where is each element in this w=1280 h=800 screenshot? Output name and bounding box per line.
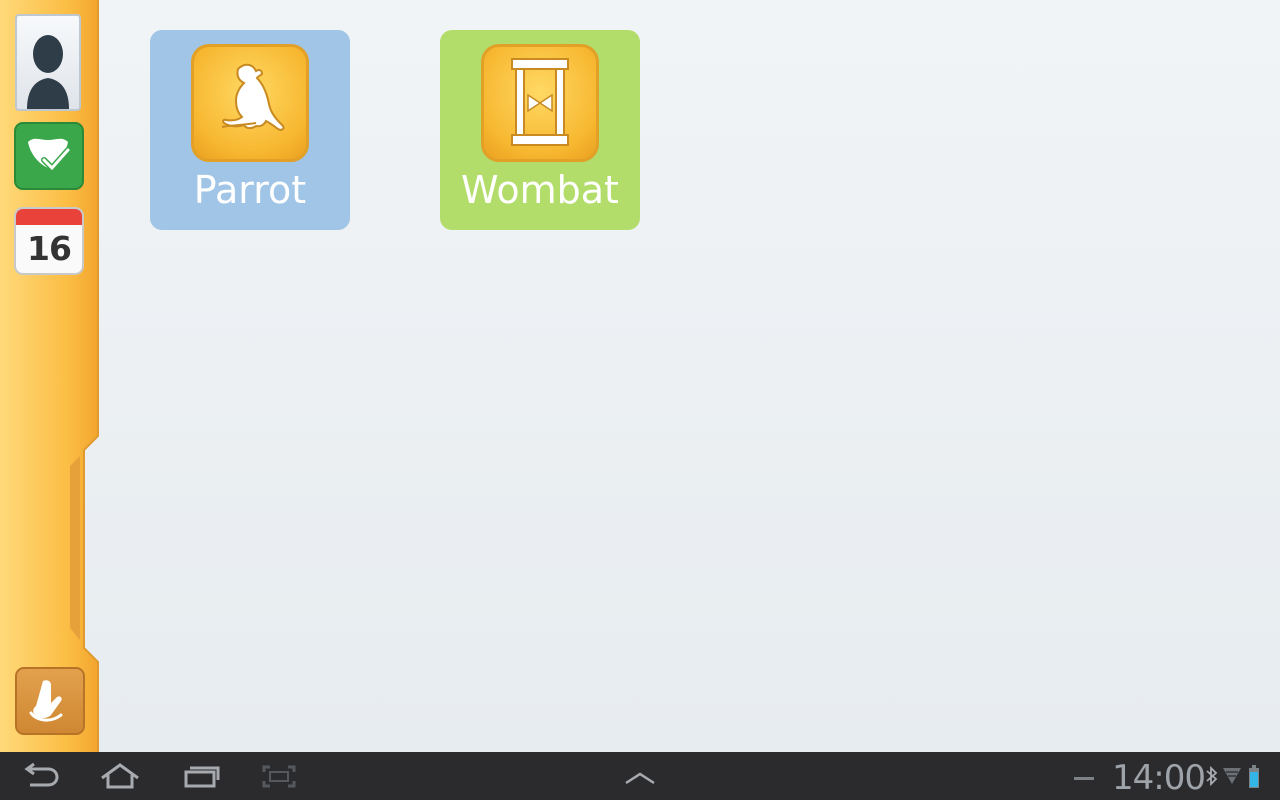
screenshot-icon bbox=[262, 765, 296, 788]
app-tile-wombat[interactable]: Wombat bbox=[440, 30, 640, 230]
sidebar-background bbox=[0, 0, 99, 752]
recent-apps-button[interactable] bbox=[180, 752, 224, 800]
wifi-icon bbox=[1223, 768, 1241, 784]
checklist-button[interactable] bbox=[14, 122, 84, 190]
back-icon bbox=[24, 762, 59, 787]
sidebar: 16 bbox=[0, 0, 100, 752]
app-tile-parrot[interactable]: Parrot bbox=[150, 30, 350, 230]
status-clock: 14:00 bbox=[1112, 758, 1206, 798]
recent-apps-icon bbox=[184, 766, 220, 788]
screenshot-button[interactable] bbox=[258, 752, 302, 800]
home-icon bbox=[101, 763, 139, 789]
hand-button[interactable] bbox=[15, 667, 85, 735]
bluetooth-icon bbox=[1206, 765, 1218, 787]
minus-icon bbox=[1074, 777, 1094, 780]
checklist-icon bbox=[28, 138, 71, 173]
battery-icon bbox=[1249, 765, 1259, 788]
expand-up-button[interactable] bbox=[620, 752, 660, 800]
hand-icon bbox=[29, 680, 63, 722]
chevron-up-icon bbox=[625, 772, 655, 785]
calendar-button[interactable]: 16 bbox=[14, 207, 84, 275]
minimize-button[interactable] bbox=[1072, 752, 1096, 800]
app-label-wombat: Wombat bbox=[461, 168, 619, 212]
screen: Parrot Wombat 16 14:00 bbox=[0, 0, 1280, 800]
profile-button[interactable] bbox=[15, 14, 81, 111]
hourglass-icon bbox=[481, 44, 599, 162]
calendar-day: 16 bbox=[27, 229, 72, 268]
app-label-parrot: Parrot bbox=[193, 168, 307, 212]
calendar-header bbox=[16, 209, 82, 225]
profile-silhouette-icon bbox=[27, 35, 69, 109]
back-button[interactable] bbox=[18, 752, 62, 800]
home-button[interactable] bbox=[98, 752, 142, 800]
parrot-icon bbox=[191, 44, 309, 162]
home-screen: Parrot Wombat bbox=[0, 0, 1280, 752]
navigation-bar: 14:00 bbox=[0, 752, 1280, 800]
